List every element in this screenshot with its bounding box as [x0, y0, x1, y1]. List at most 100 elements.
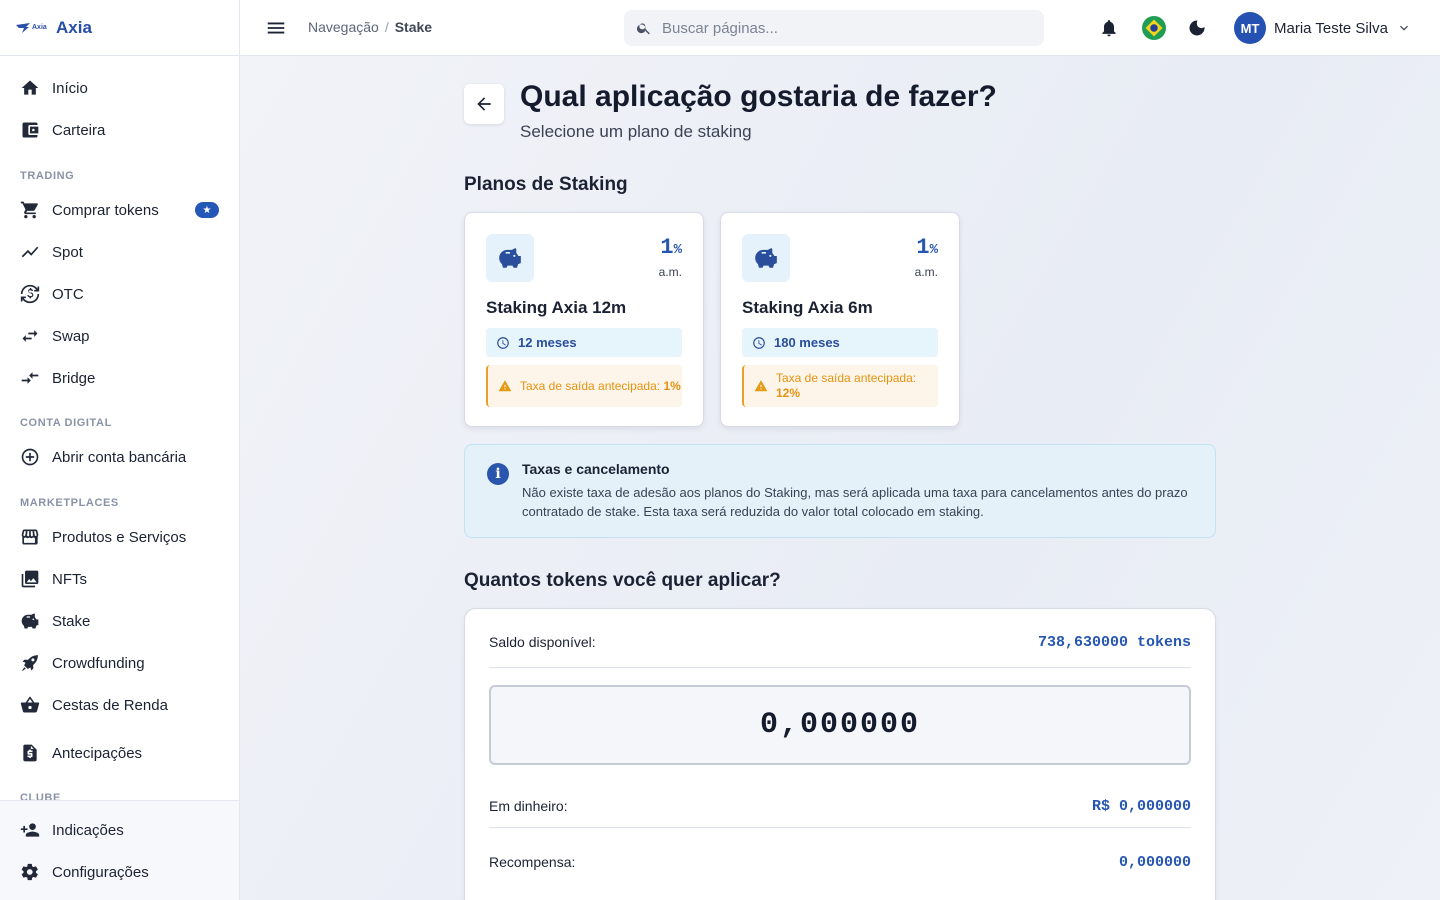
plan-card-12m[interactable]: 1% a.m. Staking Axia 12m 12 meses Taxa d… [464, 212, 704, 427]
plan-rate-unit: % [673, 242, 682, 258]
topbar: Navegação / Stake MT Maria Teste Silva [240, 0, 1440, 56]
sidebar-item-label: OTC [52, 285, 84, 303]
sidebar-item-comprar-tokens[interactable]: Comprar tokens ★ [0, 190, 239, 230]
warning-icon [498, 380, 512, 392]
breadcrumb-parent[interactable]: Navegação [308, 19, 379, 35]
balance-row: Saldo disponível: 738,630000 tokens [489, 631, 1191, 653]
sidebar-item-abrir-conta[interactable]: Abrir conta bancária [0, 437, 239, 477]
avatar: MT [1234, 12, 1266, 44]
plan-name: Staking Axia 12m [486, 298, 627, 317]
plan-early-exit-fee: Taxa de saída antecipada: 12% [742, 365, 938, 407]
divider [489, 667, 1191, 668]
plan-duration: 180 meses [742, 328, 938, 357]
rocket-icon [20, 653, 40, 673]
store-icon [20, 527, 40, 547]
plan-duration-text: 180 meses [774, 335, 840, 350]
wallet-icon [20, 120, 40, 140]
plans-section-title: Planos de Staking [464, 174, 628, 195]
reward-label: Recompensa: [489, 854, 576, 870]
plan-duration-text: 12 meses [518, 335, 577, 350]
amount-input[interactable] [491, 708, 1189, 742]
sidebar-item-antecipacoes[interactable]: Antecipações [0, 733, 239, 773]
piggy-bank-icon [486, 234, 534, 282]
sidebar-item-cestas[interactable]: Cestas de Renda [0, 685, 239, 725]
plan-rate-period: a.m. [658, 265, 682, 279]
back-button[interactable] [464, 84, 504, 124]
plan-early-exit-fee: Taxa de saída antecipada: 1% [486, 365, 682, 407]
basket-icon [20, 695, 40, 715]
plan-card-6m[interactable]: 1% a.m. Staking Axia 6m 180 meses Taxa d… [720, 212, 960, 427]
add-circle-icon [20, 447, 40, 467]
section-conta-digital: CONTA DIGITAL [20, 417, 112, 429]
plan-fee-label: Taxa de saída antecipada: [520, 378, 661, 393]
plan-name: Staking Axia 6m [742, 298, 873, 317]
notifications-button[interactable] [1097, 16, 1121, 40]
breadcrumb-current: Stake [394, 19, 433, 35]
cash-row: Em dinheiro: R$ 0,000000 [489, 795, 1191, 817]
brand-wing-icon [16, 22, 30, 33]
sidebar-item-label: Crowdfunding [52, 654, 145, 672]
sidebar-item-otc[interactable]: OTC [0, 274, 239, 314]
main-content: Qual aplicação gostaria de fazer? Seleci… [240, 56, 1440, 900]
plan-rate-value: 1 [660, 235, 674, 260]
plan-fee-value: 12% [776, 386, 801, 400]
breadcrumb-separator: / [384, 19, 389, 35]
sidebar-item-label: Bridge [52, 369, 96, 387]
sidebar-item-label: Comprar tokens [52, 201, 159, 219]
sidebar-item-label: Início [52, 79, 88, 97]
sidebar-item-label: Indicações [52, 821, 124, 839]
sidebar-item-stake[interactable]: Stake [0, 601, 239, 641]
sidebar-item-label: Abrir conta bancária [52, 448, 187, 466]
plan-rate: 1% [916, 235, 938, 260]
sidebar-item-carteira[interactable]: Carteira [0, 110, 239, 150]
info-title: Taxas e cancelamento [522, 461, 670, 477]
sidebar-bottom: Indicações Configurações [0, 800, 239, 900]
theme-toggle-button[interactable] [1185, 16, 1209, 40]
brand[interactable]: Axia Axia [0, 0, 239, 56]
sidebar-item-swap[interactable]: Swap [0, 316, 239, 356]
sidebar-item-spot[interactable]: Spot [0, 232, 239, 272]
clock-icon [497, 336, 509, 349]
sidebar-item-label: Antecipações [52, 744, 143, 762]
user-menu[interactable]: MT Maria Teste Silva [1234, 12, 1412, 44]
sidebar-item-bridge[interactable]: Bridge [0, 358, 239, 398]
bridge-icon [20, 368, 40, 388]
sidebar-item-label: Configurações [52, 863, 149, 881]
sidebar-item-crowdfunding[interactable]: Crowdfunding [0, 643, 239, 683]
piggy-bank-icon [20, 611, 40, 631]
sidebar-item-nfts[interactable]: NFTs [0, 559, 239, 599]
sidebar-item-configuracoes[interactable]: Configurações [0, 852, 239, 892]
sidebar-item-label: Swap [52, 327, 90, 345]
menu-icon [267, 22, 285, 34]
moon-icon [1189, 20, 1205, 36]
info-body: Não existe taxa de adesão aos planos do … [522, 485, 1188, 519]
sidebar-item-label: NFTs [52, 570, 87, 588]
balance-value: 738,630000 tokens [1037, 633, 1191, 651]
bell-icon [1102, 20, 1116, 37]
sidebar-item-produtos[interactable]: Produtos e Serviços [0, 517, 239, 557]
sidebar-item-label: Carteira [52, 121, 106, 139]
page-subtitle: Selecione um plano de staking [520, 122, 752, 141]
user-name: Maria Teste Silva [1274, 19, 1388, 37]
page-title: Qual aplicação gostaria de fazer? [520, 80, 997, 113]
cash-label: Em dinheiro: [489, 798, 568, 814]
chevron-down-icon [1399, 25, 1408, 31]
swap-icon [20, 326, 40, 346]
section-trading: TRADING [20, 170, 75, 182]
menu-button[interactable] [264, 16, 288, 40]
sidebar-item-inicio[interactable]: Início [0, 68, 239, 108]
plan-rate-unit: % [929, 242, 938, 258]
plan-rate: 1% [660, 235, 682, 260]
breadcrumb: Navegação / Stake [308, 19, 432, 35]
sidebar-item-indicacoes[interactable]: Indicações [0, 810, 239, 850]
divider [489, 827, 1191, 828]
piggy-bank-icon [742, 234, 790, 282]
sidebar-item-label: Spot [52, 243, 83, 261]
clock-icon [753, 336, 765, 349]
language-flag-brazil-icon[interactable] [1142, 16, 1166, 40]
search-input[interactable] [662, 19, 1022, 37]
plan-fee-label: Taxa de saída antecipada: [776, 371, 917, 385]
amount-input-box [489, 685, 1191, 765]
section-clube: CLUBE [20, 792, 61, 800]
cash-value: R$ 0,000000 [1091, 797, 1191, 815]
